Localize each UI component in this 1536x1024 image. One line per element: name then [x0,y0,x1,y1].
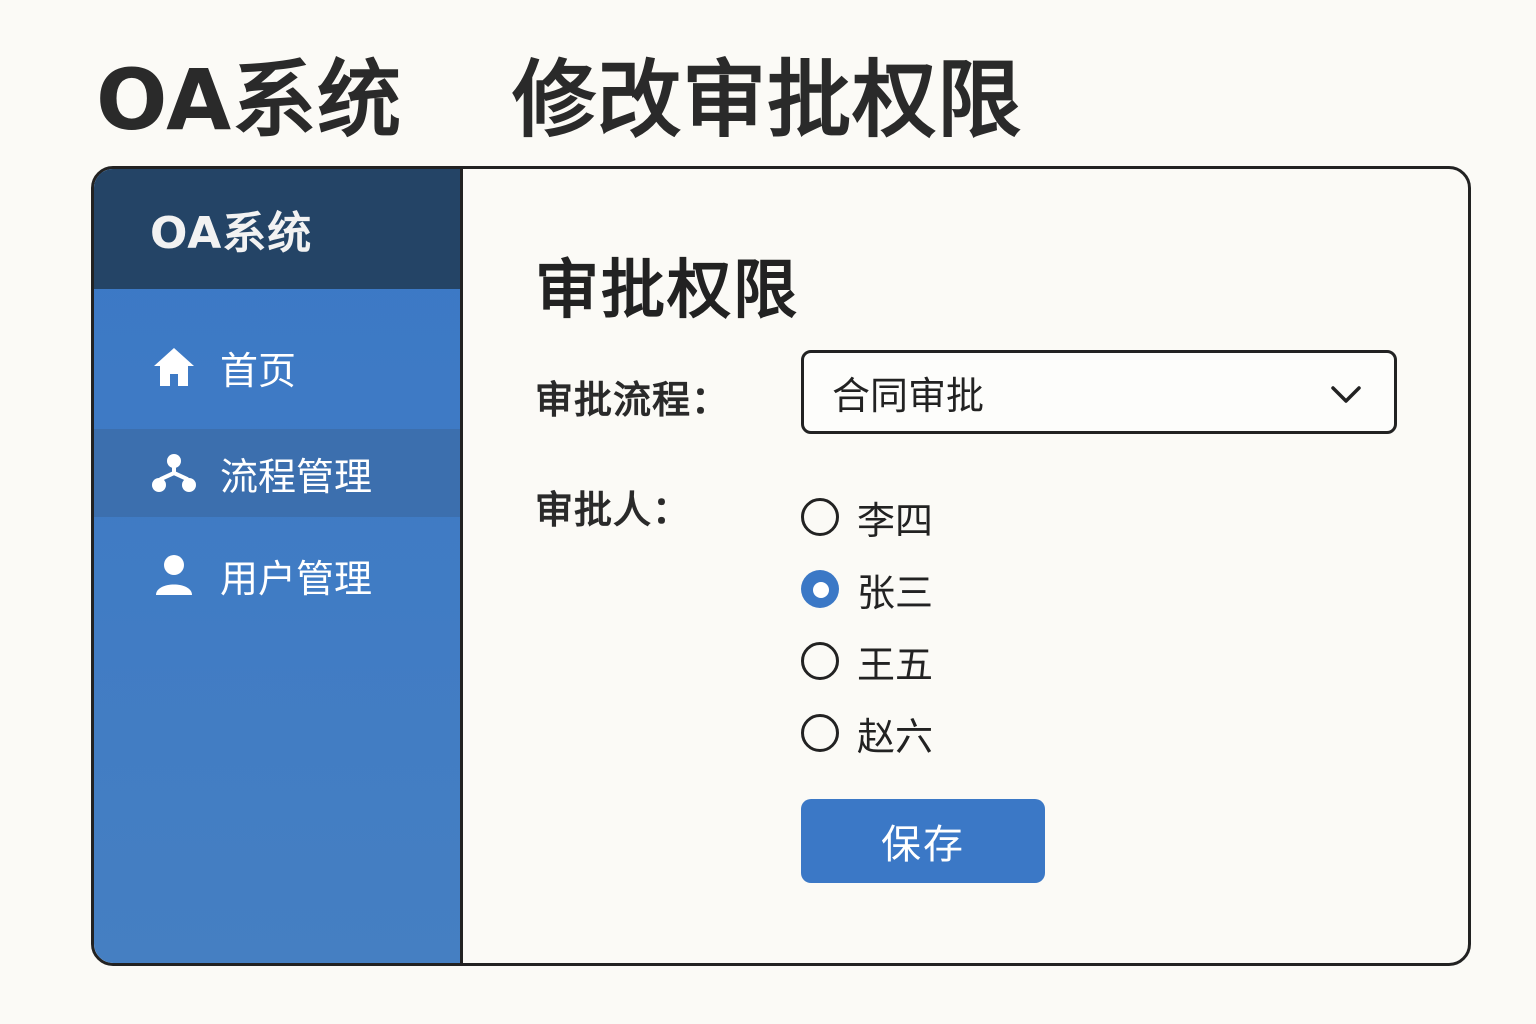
app-window: OA系统 首页 流程管理 用户管理 审批权限 审批流程： 合同审批 审批人： 李… [91,166,1471,966]
approver-label: 审批人： [535,488,692,532]
home-icon [150,343,198,391]
page-subject-title: 修改审批权限 [512,50,1023,149]
radio-button[interactable] [801,714,839,752]
process-select-value: 合同审批 [832,373,985,418]
radio-button[interactable] [801,498,839,536]
page-heading: OA系统 修改审批权限 [96,38,1022,149]
approver-name: 张三 [857,570,934,615]
approver-name: 李四 [857,498,934,543]
sidebar-item-label: 首页 [220,348,297,393]
sidebar-logo: OA系统 [94,169,460,289]
main-content: 审批权限 审批流程： 合同审批 审批人： 李四 张三 王五 赵六 保存 [463,169,1468,963]
process-label: 审批流程： [535,378,731,422]
page-system-title: OA系统 [96,50,403,149]
approver-option[interactable]: 王五 [801,625,933,697]
workflow-icon [150,449,198,497]
approver-option[interactable]: 李四 [801,481,933,553]
process-select[interactable]: 合同审批 [801,350,1397,434]
chevron-down-icon [1330,370,1362,414]
approver-radio-group: 李四 张三 王五 赵六 [801,481,933,769]
approver-option[interactable]: 赵六 [801,697,933,769]
radio-button[interactable] [801,642,839,680]
radio-button-selected[interactable] [801,570,839,608]
save-button[interactable]: 保存 [801,799,1045,883]
sidebar-item-label: 流程管理 [220,454,373,499]
sidebar-item-home[interactable]: 首页 [94,323,460,411]
sidebar-item-users[interactable]: 用户管理 [94,531,460,619]
sidebar: OA系统 首页 流程管理 用户管理 [94,169,463,963]
sidebar-item-workflow[interactable]: 流程管理 [94,429,460,517]
approver-option[interactable]: 张三 [801,553,933,625]
section-title: 审批权限 [535,254,799,328]
sidebar-item-label: 用户管理 [220,556,373,601]
user-icon [150,551,198,599]
approver-name: 王五 [857,642,934,687]
approver-name: 赵六 [857,714,934,759]
